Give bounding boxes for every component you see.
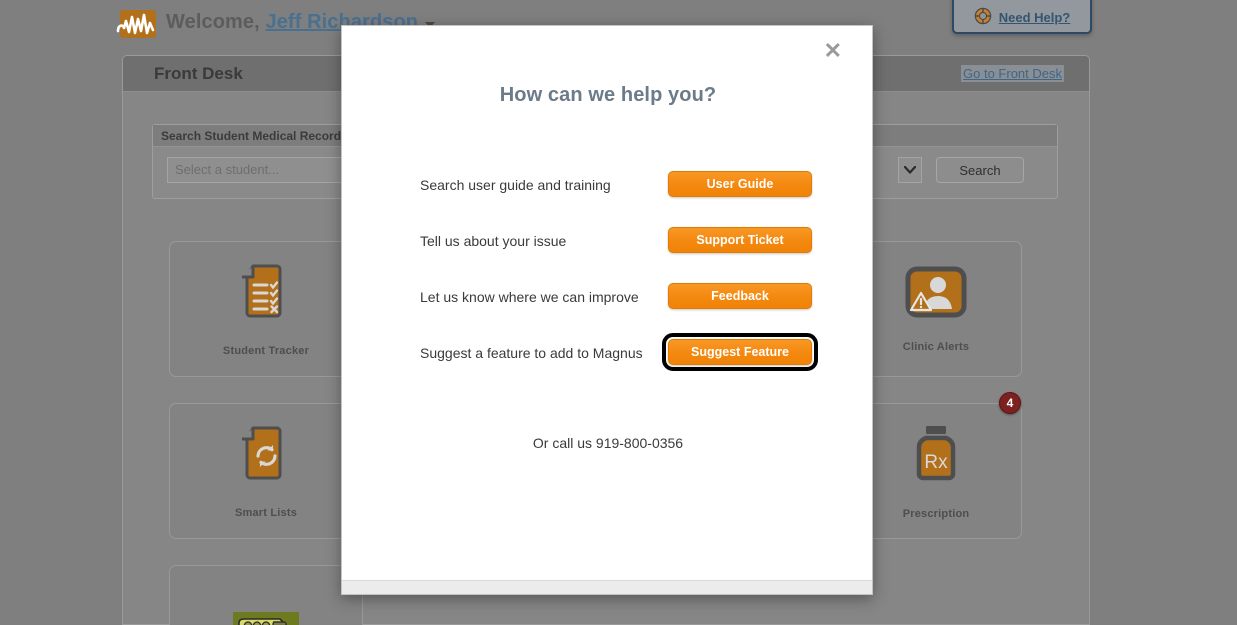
tile-label: Prescription [902,507,970,520]
refresh-document-icon [240,424,292,489]
tile-clinic-alerts[interactable]: Clinic Alerts [850,241,1022,377]
lifebuoy-icon [974,7,992,25]
modal-footer [342,580,872,594]
need-help-button[interactable]: Need Help? [952,0,1092,34]
support-ticket-button[interactable]: Support Ticket [668,227,812,253]
help-modal: ✕ How can we help you? Search user guide… [341,25,873,595]
magnus-pulse-logo[interactable] [116,10,156,38]
tile-prescription[interactable]: Rx Prescription [850,403,1022,539]
tile-student-tracker[interactable]: Student Tracker [169,241,363,377]
tile-label: Clinic Alerts [902,340,970,353]
prescription-count-badge: 4 [999,392,1021,414]
school-bus-icon: SCHOOL [233,612,299,625]
close-icon[interactable]: ✕ [824,40,842,62]
search-panel-header-label: Search Student Medical Record [161,129,342,143]
page-title: Front Desk [154,64,243,83]
tile-school-bus[interactable]: SCHOOL [169,565,363,625]
screen: Welcome, Jeff Richardson Need Help? Fron… [0,0,1237,625]
feedback-button[interactable]: Feedback [668,283,812,309]
student-select-input[interactable]: Select a student... [167,157,363,183]
tile-label: Student Tracker [222,344,310,357]
checklist-document-icon [240,262,292,327]
call-us-text: Or call us 919-800-0356 [532,435,684,451]
help-row-text: Suggest a feature to add to Magnus [420,345,643,361]
person-warning-icon [905,266,967,323]
search-button[interactable]: Search [936,157,1024,183]
help-row: Search user guide and training User Guid… [342,159,874,215]
help-row-text: Tell us about your issue [420,233,567,249]
go-to-front-desk-link[interactable]: Go to Front Desk [961,65,1064,82]
chevron-down-icon[interactable] [898,157,922,183]
help-row: Suggest a feature to add to Magnus Sugge… [342,327,874,383]
help-row: Tell us about your issue Support Ticket [342,215,874,271]
rx-bottle-icon: Rx [909,423,963,490]
help-options-list: Search user guide and training User Guid… [342,159,874,383]
modal-title: How can we help you? [499,84,717,106]
help-row-text: Search user guide and training [420,177,611,193]
welcome-prefix: Welcome, [166,11,260,33]
need-help-label: Need Help? [998,10,1071,25]
help-row-text: Let us know where we can improve [420,289,639,305]
user-guide-button[interactable]: User Guide [668,171,812,197]
suggest-feature-button[interactable]: Suggest Feature [662,333,818,371]
svg-text:Rx: Rx [924,452,948,473]
tile-label: Smart Lists [234,506,298,519]
help-row: Let us know where we can improve Feedbac… [342,271,874,327]
tile-smart-lists[interactable]: Smart Lists [169,403,363,539]
